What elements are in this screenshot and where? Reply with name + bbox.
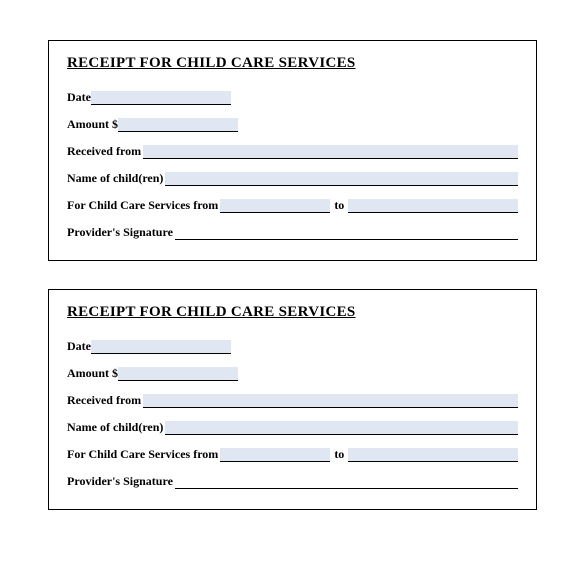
received-label: Received from [67, 393, 141, 408]
to-label: to [330, 447, 348, 462]
amount-label: Amount $ [67, 366, 118, 381]
services-label: For Child Care Services from [67, 198, 218, 213]
signature-label: Provider's Signature [67, 225, 173, 240]
received-row: Received from [67, 393, 518, 408]
child-row: Name of child(ren) [67, 171, 518, 186]
child-field[interactable] [165, 172, 518, 186]
child-label: Name of child(ren) [67, 420, 163, 435]
date-row: Date [67, 90, 518, 105]
amount-label: Amount $ [67, 117, 118, 132]
signature-label: Provider's Signature [67, 474, 173, 489]
services-row: For Child Care Services from to [67, 198, 518, 213]
received-label: Received from [67, 144, 141, 159]
signature-row: Provider's Signature [67, 474, 518, 489]
signature-field[interactable] [175, 475, 518, 489]
services-to-field[interactable] [348, 199, 518, 213]
received-field[interactable] [143, 394, 518, 408]
services-to-field[interactable] [348, 448, 518, 462]
date-label: Date [67, 339, 91, 354]
services-from-field[interactable] [220, 448, 330, 462]
to-label: to [330, 198, 348, 213]
child-label: Name of child(ren) [67, 171, 163, 186]
received-row: Received from [67, 144, 518, 159]
date-row: Date [67, 339, 518, 354]
receipt-title: RECEIPT FOR CHILD CARE SERVICES [67, 304, 518, 321]
receipt-title: RECEIPT FOR CHILD CARE SERVICES [67, 55, 518, 72]
child-field[interactable] [165, 421, 518, 435]
signature-field[interactable] [175, 226, 518, 240]
date-label: Date [67, 90, 91, 105]
receipt-form-1: RECEIPT FOR CHILD CARE SERVICES Date Amo… [48, 40, 537, 261]
services-row: For Child Care Services from to [67, 447, 518, 462]
services-label: For Child Care Services from [67, 447, 218, 462]
child-row: Name of child(ren) [67, 420, 518, 435]
received-field[interactable] [143, 145, 518, 159]
services-from-field[interactable] [220, 199, 330, 213]
date-field[interactable] [91, 340, 231, 354]
amount-field[interactable] [118, 118, 238, 132]
date-field[interactable] [91, 91, 231, 105]
amount-row: Amount $ [67, 117, 518, 132]
amount-row: Amount $ [67, 366, 518, 381]
receipt-form-2: RECEIPT FOR CHILD CARE SERVICES Date Amo… [48, 289, 537, 510]
amount-field[interactable] [118, 367, 238, 381]
signature-row: Provider's Signature [67, 225, 518, 240]
